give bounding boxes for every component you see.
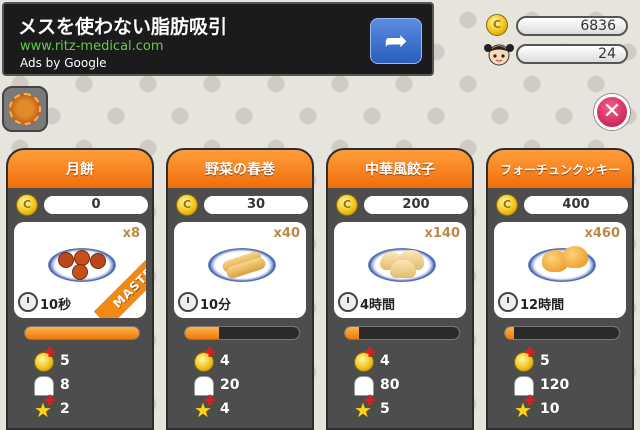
reward-coins: ✚ 5: [514, 345, 632, 374]
dish-card-dumplings[interactable]: 中華風餃子 C 200 x140 4時間 ✚ 4 80 ★ ✚ 5: [326, 148, 474, 430]
ad-url[interactable]: www.ritz-medical.com: [20, 39, 164, 54]
dish-card-mooncake[interactable]: 月餅 C 0 x8 10秒 MASTERED ✚ 5 8 ★ ✚ 2: [6, 148, 154, 430]
reward-stars: ★ ✚ 2: [34, 393, 70, 422]
mastery-progress-bar: [24, 326, 140, 340]
ad-title[interactable]: メスを使わない脂肪吸引: [18, 12, 227, 39]
dish-multiplier: x8: [122, 226, 140, 241]
clock-icon: [18, 292, 38, 312]
cook-time: 10分: [200, 298, 232, 313]
mooncake-food-image: [72, 264, 88, 280]
reward-stars: ★ ✚ 5: [354, 393, 390, 422]
dish-title: 月餅: [8, 150, 152, 188]
dish-multiplier: x140: [424, 226, 460, 241]
reward-stars: ★ ✚ 4: [194, 393, 230, 422]
dish-image-box[interactable]: x460 12時間: [494, 222, 626, 318]
mastery-progress-bar: [184, 326, 300, 340]
dish-card-spring-roll[interactable]: 野菜の春巻 C 30 x40 10分 ✚ 4 20 ★ ✚ 4: [166, 148, 314, 430]
cook-time: 12時間: [520, 298, 565, 313]
clock-icon: [338, 292, 358, 312]
clock-icon: [498, 292, 518, 312]
coin-icon: C: [496, 194, 518, 216]
reward-coins: ✚ 5: [34, 345, 152, 374]
coin-balance: 6836: [516, 16, 628, 36]
customer-count: 24: [516, 44, 628, 64]
reward-coins: ✚ 4: [354, 345, 472, 374]
dish-price: 400: [524, 196, 628, 214]
mooncake-food-image: [90, 253, 106, 269]
dish-image-box[interactable]: x40 10分: [174, 222, 306, 318]
ad-banner[interactable]: メスを使わない脂肪吸引 www.ritz-medical.com Ads by …: [2, 2, 434, 76]
dish-title: フォーチュンクッキー: [488, 150, 632, 188]
coin-icon: C: [336, 194, 358, 216]
cook-time: 4時間: [360, 298, 396, 313]
customer-face-icon: [484, 44, 514, 66]
coin-icon: C: [16, 194, 38, 216]
mastery-progress-bar: [344, 326, 460, 340]
mastery-progress-bar: [504, 326, 620, 340]
ad-attribution: Ads by Google: [20, 56, 107, 70]
close-button[interactable]: ✕: [594, 94, 630, 130]
clock-icon: [178, 292, 198, 312]
reward-stars: ★ ✚ 10: [514, 393, 560, 422]
fortune-cookie-food-image: [562, 246, 588, 268]
mooncake-food-image: [58, 252, 74, 268]
cook-time: 10秒: [40, 298, 72, 313]
dish-multiplier: x460: [584, 226, 620, 241]
dish-image-box[interactable]: x140 4時間: [334, 222, 466, 318]
dish-image-box[interactable]: x8 10秒 MASTERED: [14, 222, 146, 318]
dish-price: 30: [204, 196, 308, 214]
dish-multiplier: x40: [273, 226, 300, 241]
dish-title: 野菜の春巻: [168, 150, 312, 188]
reward-coins: ✚ 4: [194, 345, 312, 374]
coin-icon: C: [176, 194, 198, 216]
mooncake-menu-button[interactable]: [2, 86, 48, 132]
mooncake-icon: [9, 93, 41, 125]
dish-card-fortune-cookie[interactable]: フォーチュンクッキー C 400 x460 12時間 ✚ 5 120 ★ ✚ 10: [486, 148, 634, 430]
share-arrow-icon[interactable]: ➦: [370, 18, 422, 64]
dish-title: 中華風餃子: [328, 150, 472, 188]
dumpling-food-image: [390, 260, 416, 278]
dish-price: 0: [44, 196, 148, 214]
dish-price: 200: [364, 196, 468, 214]
coin-icon: C: [486, 14, 508, 36]
